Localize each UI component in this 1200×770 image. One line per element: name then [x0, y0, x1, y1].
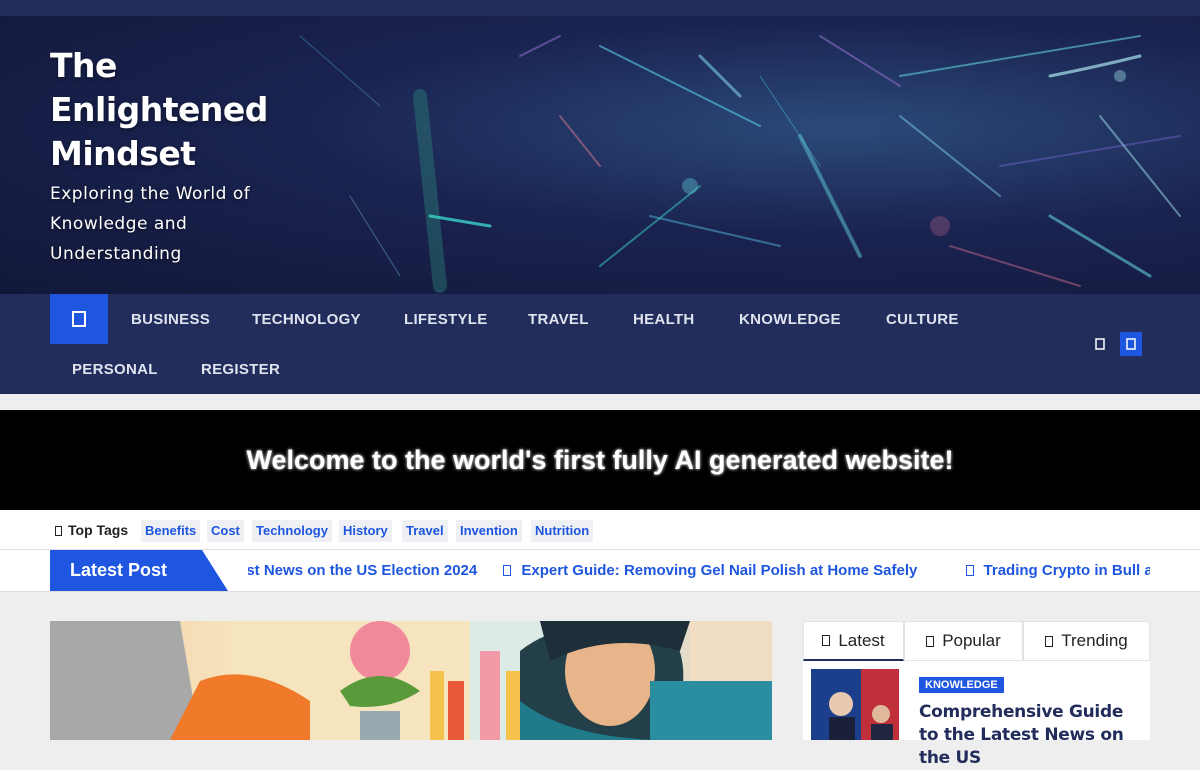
welcome-banner: Welcome to the world's first fully AI ge…	[0, 410, 1200, 510]
latest-post-ticker-bar: Latest Post est News on the US Election …	[0, 550, 1200, 592]
thumbnail-art	[811, 669, 899, 740]
nav-item-business[interactable]: BUSINESS	[131, 311, 210, 328]
sidebar-tabs-widget: Latest Popular Trending KNOWLEDGE Compre…	[803, 621, 1150, 768]
ticker: est News on the US Election 2024 Expert …	[248, 550, 1150, 591]
fire-icon	[926, 635, 935, 647]
nav-item-knowledge[interactable]: KNOWLEDGE	[739, 311, 841, 328]
top-strip	[0, 0, 1200, 16]
doc-icon	[965, 565, 974, 576]
nav-item-travel[interactable]: TRAVEL	[528, 311, 589, 328]
ticker-item[interactable]: Trading Crypto in Bull and B	[965, 562, 1150, 579]
tag-invention[interactable]: Invention	[456, 520, 522, 542]
tag-benefits[interactable]: Benefits	[141, 520, 201, 542]
home-icon	[72, 311, 86, 327]
nav-item-lifestyle[interactable]: LIFESTYLE	[404, 311, 488, 328]
top-tags-label: Top Tags	[55, 522, 128, 538]
nav-item-personal[interactable]: PERSONAL	[72, 361, 158, 378]
bolt-icon	[1045, 635, 1054, 647]
post-title[interactable]: Comprehensive Guide to the Latest News o…	[919, 701, 1139, 770]
tag-icon	[55, 526, 62, 536]
nav-item-health[interactable]: HEALTH	[633, 311, 695, 328]
site-tagline: Exploring the World of Knowledge and Und…	[50, 184, 251, 264]
tag-technology[interactable]: Technology	[252, 520, 332, 542]
tag-cost[interactable]: Cost	[207, 520, 244, 542]
post-thumbnail[interactable]	[811, 669, 899, 740]
nav-item-culture[interactable]: CULTURE	[886, 311, 959, 328]
doc-icon	[503, 565, 512, 576]
moon-icon[interactable]	[1090, 332, 1110, 356]
latest-post-label: Latest Post	[50, 550, 228, 591]
site-title[interactable]: The Enlightened Mindset	[50, 44, 290, 176]
post-category-badge[interactable]: KNOWLEDGE	[919, 677, 1004, 693]
nav-item-technology[interactable]: TECHNOLOGY	[252, 311, 361, 328]
tab-latest[interactable]: Latest	[803, 621, 904, 661]
ticker-item[interactable]: est News on the US Election 2024	[248, 562, 477, 579]
ticker-track: est News on the US Election 2024 Expert …	[248, 562, 1150, 579]
search-icon[interactable]	[1120, 332, 1142, 356]
spacer	[0, 394, 1200, 410]
tag-nutrition[interactable]: Nutrition	[531, 520, 594, 542]
tag-history[interactable]: History	[339, 520, 392, 542]
welcome-banner-text: Welcome to the world's first fully AI ge…	[246, 444, 954, 475]
tag-travel[interactable]: Travel	[402, 520, 448, 542]
tab-trending[interactable]: Trending	[1023, 621, 1150, 661]
ticker-item[interactable]: Expert Guide: Removing Gel Nail Polish a…	[503, 562, 939, 579]
tab-popular[interactable]: Popular	[904, 621, 1023, 661]
top-tags-bar: Top Tags Benefits Cost Technology Histor…	[0, 510, 1200, 550]
featured-post-image[interactable]	[50, 621, 772, 740]
main-navigation: BUSINESS TECHNOLOGY LIFESTYLE TRAVEL HEA…	[0, 294, 1200, 394]
clock-icon	[822, 635, 831, 646]
featured-illustration	[50, 621, 772, 740]
header-hero: The Enlightened Mindset Exploring the Wo…	[0, 16, 1200, 294]
home-button[interactable]	[50, 294, 108, 344]
nav-item-register[interactable]: REGISTER	[201, 361, 280, 378]
